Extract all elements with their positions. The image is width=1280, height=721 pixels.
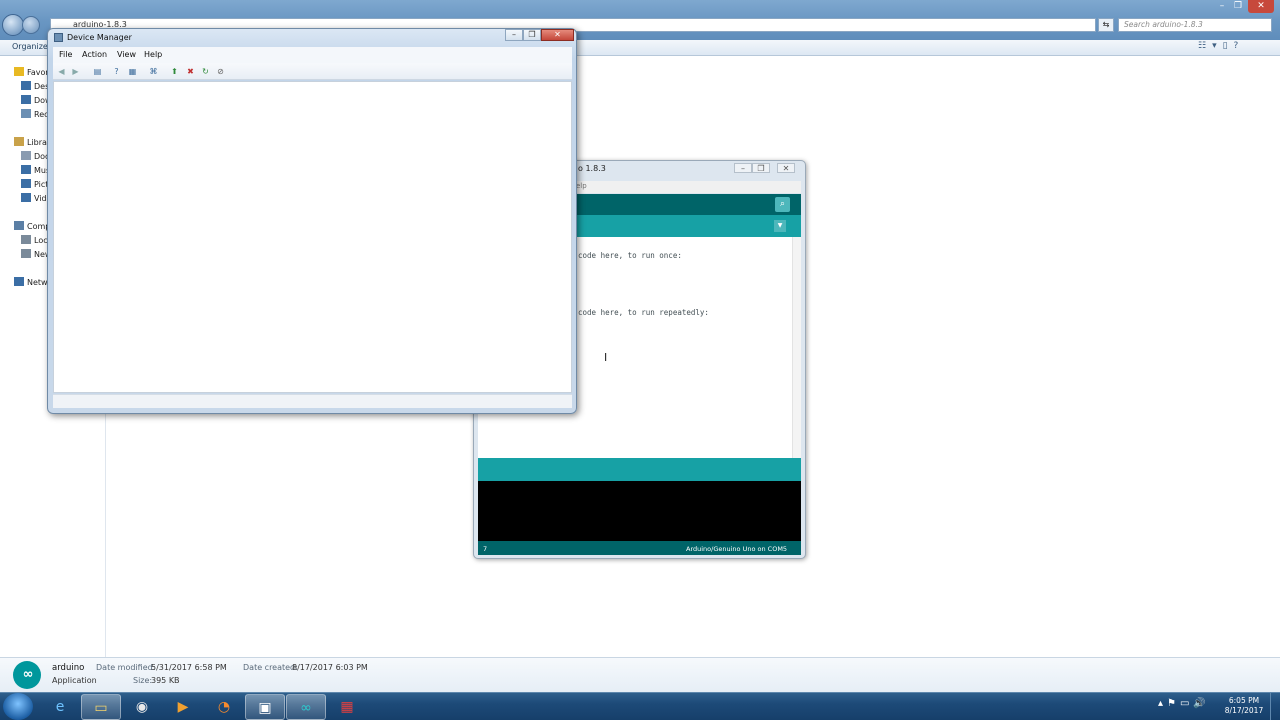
console-header [478, 458, 801, 481]
line-number: 7 [483, 545, 488, 553]
uninstall-icon[interactable]: ✖ [185, 66, 196, 77]
device-manager-icon [54, 33, 63, 42]
details-created-label: Date created: [243, 663, 298, 672]
dm-maximize-button[interactable]: ❐ [523, 29, 541, 41]
arduino-window-title: o 1.8.3 [578, 164, 606, 173]
computer-icon [14, 221, 24, 230]
taskbar-firefox-icon[interactable]: ◔ [204, 694, 244, 720]
details-size-label: Size: [133, 676, 153, 685]
arduino-minimize-button[interactable]: – [734, 163, 752, 173]
desktop-icon [21, 81, 31, 90]
music-icon [21, 165, 31, 174]
documents-icon [21, 151, 31, 160]
refresh-button[interactable]: ⇆ [1098, 18, 1114, 32]
properties-icon[interactable]: ▦ [127, 66, 138, 77]
details-created-value: 8/17/2017 6:03 PM [292, 663, 368, 672]
organize-button[interactable]: Organize [12, 42, 48, 51]
taskbar-device-manager-icon[interactable]: ▣ [245, 694, 285, 720]
clock-time: 6:05 PM [1228, 696, 1260, 705]
taskbar-arduino-icon[interactable]: ∞ [286, 694, 326, 720]
editor-scrollbar[interactable] [792, 237, 801, 458]
videos-icon [21, 193, 31, 202]
arduino-maximize-button[interactable]: ❐ [752, 163, 770, 173]
search-placeholder: Search arduino-1.8.3 [1124, 20, 1203, 29]
text-cursor-icon: I [604, 351, 608, 364]
menu-help[interactable]: Help [144, 50, 162, 59]
library-icon [14, 137, 24, 146]
taskbar-media-player-icon[interactable]: ▶ [163, 694, 203, 720]
disk-icon [21, 235, 31, 244]
maximize-button[interactable]: ❐ [1228, 0, 1248, 13]
device-tree[interactable] [53, 81, 572, 393]
downloads-icon [21, 95, 31, 104]
menu-view[interactable]: View [117, 50, 136, 59]
system-tray-icons[interactable]: ▴⚑▭🔊 [1158, 698, 1210, 709]
code-line-loop-comment: code here, to run repeatedly: [578, 308, 709, 317]
device-manager-title: Device Manager [67, 33, 132, 42]
details-name: arduino [52, 663, 85, 673]
disable-device-icon[interactable]: ⊘ [215, 66, 226, 77]
taskbar-app-icon[interactable]: ▦ [327, 694, 367, 720]
star-icon [14, 67, 24, 76]
forward-arrow-icon[interactable]: ▶ [70, 66, 81, 77]
taskbar-folder-icon[interactable]: ▭ [81, 694, 121, 720]
dm-close-button[interactable]: ✕ [541, 29, 574, 41]
forward-button[interactable] [22, 16, 40, 34]
clock[interactable]: 6:05 PM 8/17/2017 [1224, 696, 1264, 716]
clock-date: 8/17/2017 [1224, 706, 1264, 715]
details-modified-label: Date modified: [96, 663, 156, 672]
help-icon[interactable]: ? [111, 66, 122, 77]
search-input[interactable]: Search arduino-1.8.3 [1118, 18, 1272, 32]
back-arrow-icon[interactable]: ◀ [56, 66, 67, 77]
details-type: Application [52, 676, 97, 685]
recent-icon [21, 109, 31, 118]
tab-menu-chevron-down-icon[interactable]: ▼ [774, 220, 786, 232]
dm-minimize-button[interactable]: – [505, 29, 523, 41]
update-driver-icon[interactable]: ⬆ [169, 66, 180, 77]
arduino-close-button[interactable]: ✕ [777, 163, 795, 173]
details-modified-value: 5/31/2017 6:58 PM [151, 663, 227, 672]
scan-hardware-icon[interactable]: ⌘ [148, 66, 159, 77]
view-options-icon[interactable]: ☷▾▯? [1198, 41, 1244, 51]
disk-icon [21, 249, 31, 258]
dm-status-bar [53, 394, 572, 408]
close-button[interactable]: ✕ [1248, 0, 1274, 13]
menu-file[interactable]: File [59, 50, 72, 59]
back-button[interactable] [2, 14, 24, 36]
start-button[interactable] [3, 693, 33, 720]
menu-action[interactable]: Action [82, 50, 107, 59]
show-desktop-button[interactable] [1270, 692, 1280, 720]
code-line-setup-comment: code here, to run once: [578, 251, 682, 260]
board-port-label: Arduino/Genuino Uno on COM5 [686, 545, 788, 553]
details-size-value: 395 KB [151, 676, 180, 685]
enable-device-icon[interactable]: ↻ [200, 66, 211, 77]
console-output [478, 481, 801, 541]
help-menu-fragment[interactable]: elp [576, 182, 587, 190]
taskbar-chrome-icon[interactable]: ◉ [122, 694, 162, 720]
arduino-logo-icon: ∞ [13, 661, 41, 689]
network-icon [14, 277, 24, 286]
taskbar-ie-icon[interactable]: e [40, 694, 80, 720]
pictures-icon [21, 179, 31, 188]
up-level-icon[interactable]: ▤ [92, 66, 103, 77]
serial-monitor-icon[interactable]: ⌕ [775, 197, 790, 212]
